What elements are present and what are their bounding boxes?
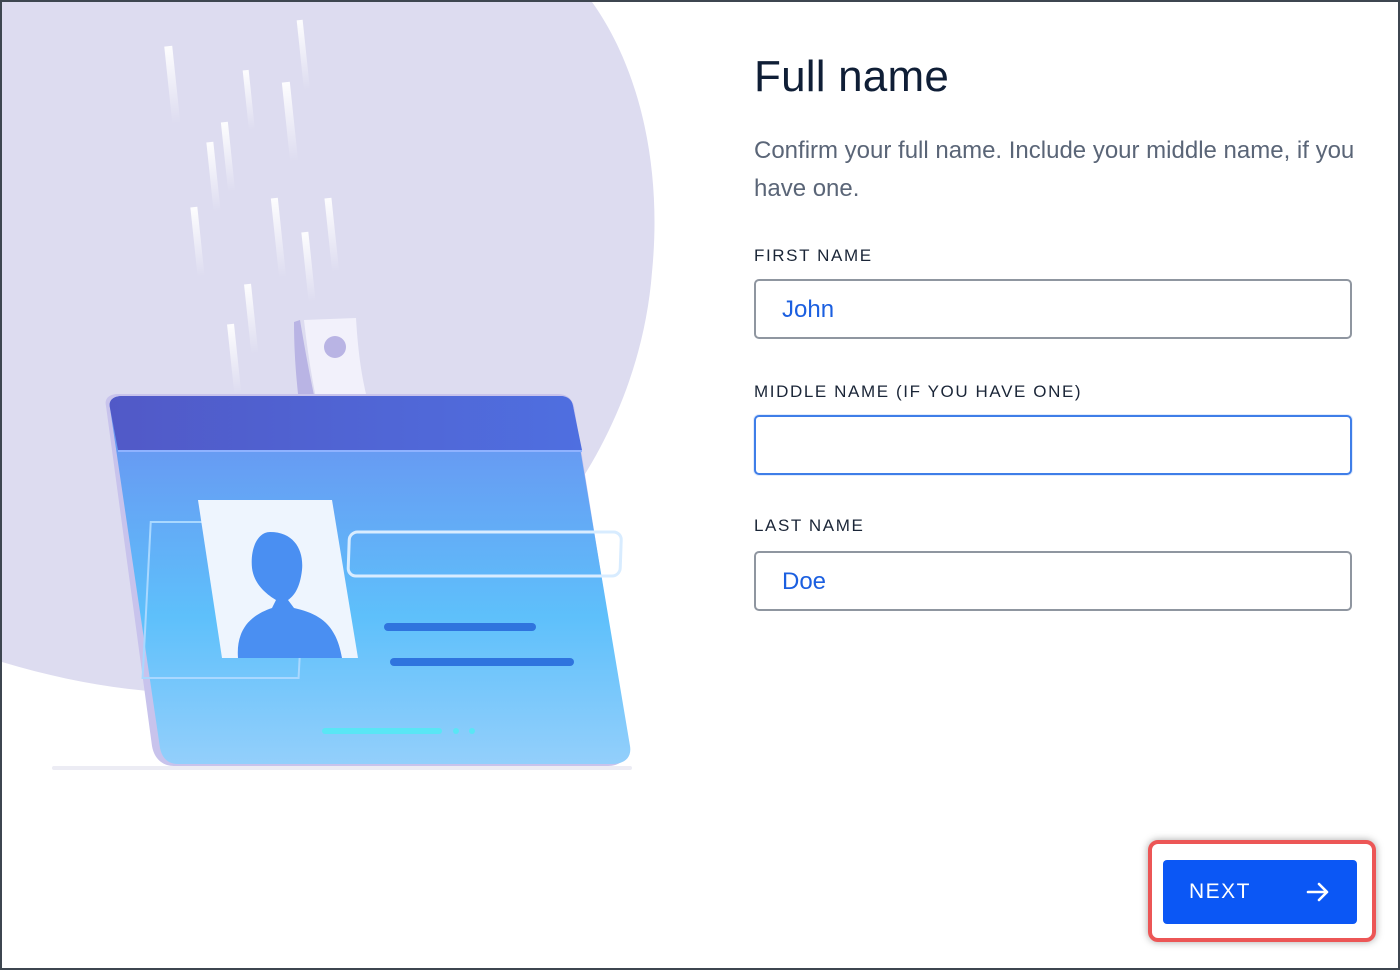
next-button[interactable]: NEXT [1163, 860, 1357, 924]
page-subtitle: Confirm your full name. Include your mid… [754, 137, 1355, 202]
next-button-label: NEXT [1189, 880, 1252, 903]
arrow-right-icon [1306, 882, 1329, 902]
middle-name-label: MIDDLE NAME (IF YOU HAVE ONE) [754, 382, 1083, 401]
middle-name-field[interactable] [754, 415, 1352, 475]
first-name-label: FIRST NAME [754, 246, 873, 265]
first-name-field[interactable]: John [754, 279, 1352, 339]
app-window: Full name Confirm your full name. Includ… [0, 0, 1400, 970]
last-name-value: Doe [782, 568, 827, 595]
first-name-value: John [782, 296, 835, 323]
card-header [109, 396, 583, 450]
last-name-label: LAST NAME [754, 516, 865, 535]
id-card-illustration [2, 2, 655, 770]
page-title: Full name [754, 52, 949, 101]
last-name-field[interactable]: Doe [754, 551, 1352, 611]
